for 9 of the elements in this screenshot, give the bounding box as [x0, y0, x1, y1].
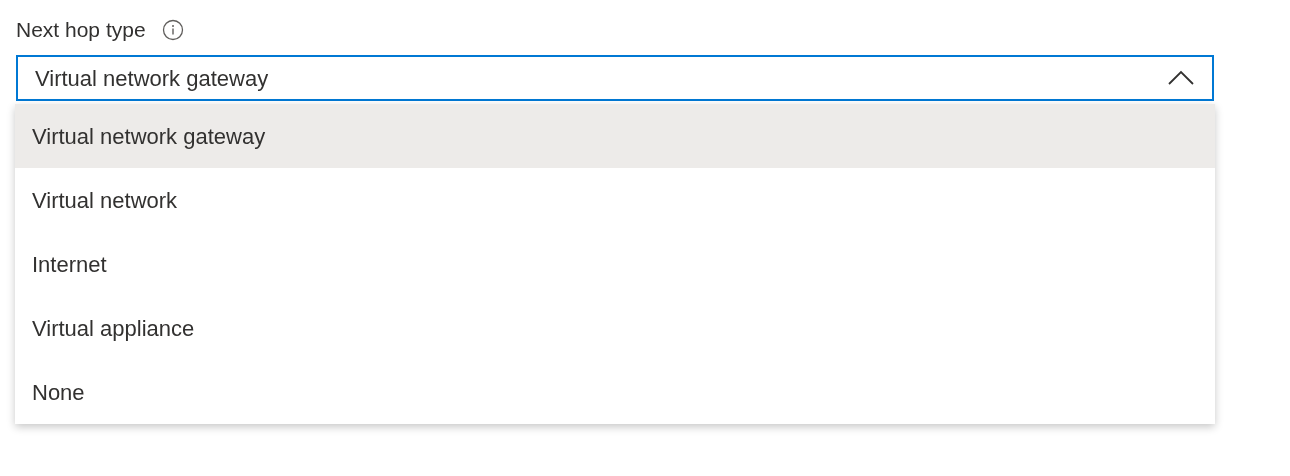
dropdown-field[interactable]: Virtual network gateway — [16, 55, 1214, 101]
dropdown-option[interactable]: Virtual network gateway — [15, 104, 1215, 168]
dropdown-option[interactable]: Internet — [15, 232, 1215, 296]
field-label: Next hop type — [16, 17, 146, 44]
dropdown-option[interactable]: Virtual network — [15, 168, 1215, 232]
chevron-up-icon — [1167, 70, 1195, 86]
dropdown-option[interactable]: None — [15, 360, 1215, 424]
dropdown-option[interactable]: Virtual appliance — [15, 296, 1215, 360]
info-icon — [161, 19, 184, 41]
